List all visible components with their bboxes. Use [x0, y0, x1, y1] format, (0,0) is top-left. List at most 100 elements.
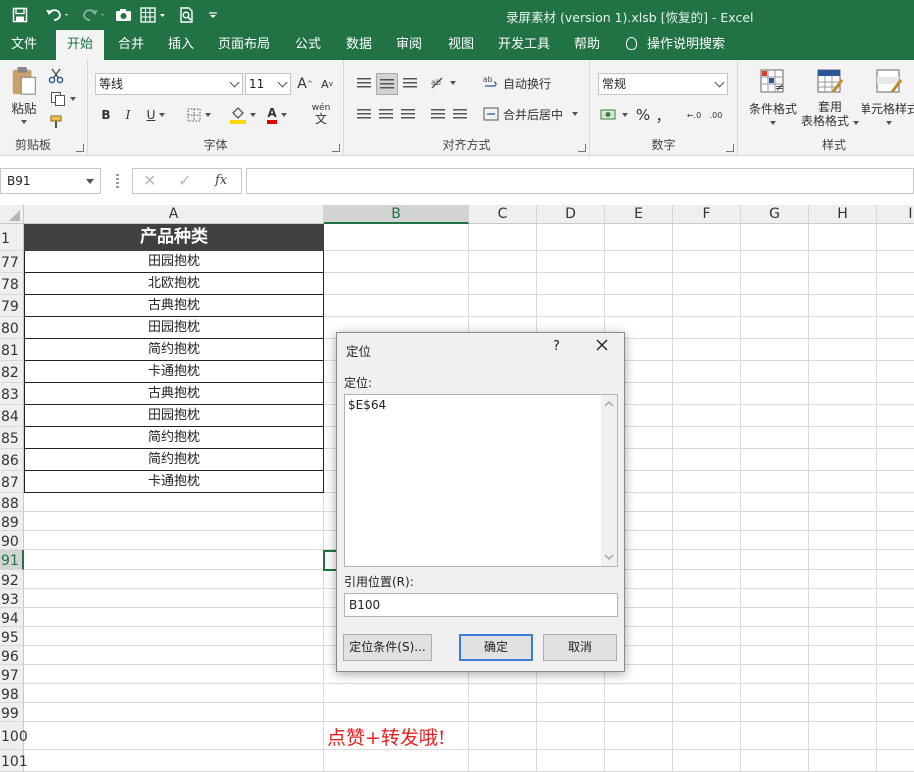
- column-header-d[interactable]: D: [537, 205, 605, 224]
- grow-font-button[interactable]: A ^: [295, 74, 315, 94]
- cell-a79[interactable]: 古典抱枕: [24, 295, 324, 317]
- align-middle-button[interactable]: [376, 73, 398, 95]
- customize-icon[interactable]: [206, 5, 220, 25]
- row-header-96[interactable]: 96: [0, 646, 24, 665]
- tab-formulas[interactable]: 公式: [288, 30, 328, 60]
- column-header-f[interactable]: F: [673, 205, 741, 224]
- font-size-select[interactable]: 11: [245, 73, 291, 95]
- column-header-g[interactable]: G: [741, 205, 809, 224]
- row-header-81[interactable]: 81: [0, 339, 24, 361]
- form-icon[interactable]: [139, 5, 169, 25]
- align-right-button[interactable]: [398, 104, 418, 124]
- fill-color-button[interactable]: [228, 104, 258, 126]
- align-bottom-button[interactable]: [400, 73, 420, 93]
- redo-icon[interactable]: [80, 5, 108, 25]
- cell-a86[interactable]: 简约抱枕: [24, 449, 324, 471]
- goto-list-item[interactable]: $E$64: [348, 398, 386, 412]
- cell-a84[interactable]: 田园抱枕: [24, 405, 324, 427]
- phonetic-guide-button[interactable]: wén 文: [305, 101, 337, 127]
- formula-bar-splitter[interactable]: [116, 174, 119, 188]
- row-header-82[interactable]: 82: [0, 361, 24, 383]
- cancel-x-icon[interactable]: ✕: [143, 171, 156, 190]
- paste-button[interactable]: 粘贴: [6, 66, 42, 124]
- special-button[interactable]: 定位条件(S)...: [343, 634, 432, 661]
- alignment-launcher[interactable]: [578, 144, 586, 152]
- row-header-94[interactable]: 94: [0, 608, 24, 627]
- align-top-button[interactable]: [354, 73, 374, 93]
- reference-input[interactable]: B100: [344, 593, 618, 617]
- increase-indent-button[interactable]: [450, 104, 470, 124]
- row-header-97[interactable]: 97: [0, 665, 24, 684]
- tab-page-layout[interactable]: 页面布局: [212, 30, 276, 60]
- row-header-77[interactable]: 77: [0, 251, 24, 273]
- percent-button[interactable]: %: [634, 104, 652, 126]
- cell-a83[interactable]: 古典抱枕: [24, 383, 324, 405]
- ok-button[interactable]: 确定: [459, 634, 533, 661]
- font-name-select[interactable]: 等线: [95, 73, 243, 95]
- select-all-corner[interactable]: [0, 205, 24, 224]
- orientation-button[interactable]: ab: [428, 73, 458, 93]
- listbox-scrollbar[interactable]: [601, 395, 617, 566]
- format-as-table-button[interactable]: 套用 表格格式: [800, 68, 860, 134]
- column-header-i[interactable]: I: [877, 205, 914, 224]
- row-header-98[interactable]: 98: [0, 684, 24, 703]
- row-header-90[interactable]: 90: [0, 531, 24, 550]
- tab-insert[interactable]: 插入: [160, 30, 202, 60]
- row-header-89[interactable]: 89: [0, 512, 24, 531]
- row-header-88[interactable]: 88: [0, 493, 24, 512]
- tab-review[interactable]: 审阅: [388, 30, 430, 60]
- cell-a78[interactable]: 北欧抱枕: [24, 273, 324, 295]
- row-header-101[interactable]: 101: [0, 750, 28, 772]
- cell-a87[interactable]: 卡通抱枕: [24, 471, 324, 493]
- row-header-100[interactable]: 100: [0, 722, 28, 750]
- align-center-button[interactable]: [376, 104, 396, 124]
- cancel-button[interactable]: 取消: [543, 634, 617, 661]
- row-header-85[interactable]: 85: [0, 427, 24, 449]
- undo-icon[interactable]: [44, 5, 72, 25]
- comma-button[interactable]: ，: [656, 104, 671, 126]
- conditional-format-button[interactable]: ≠ 条件格式: [744, 68, 802, 132]
- enter-check-icon[interactable]: ✓: [178, 171, 191, 190]
- name-box[interactable]: B91: [0, 168, 101, 194]
- close-icon[interactable]: [593, 336, 611, 354]
- wrap-text-button[interactable]: ab 自动换行: [483, 73, 555, 93]
- row-header-78[interactable]: 78: [0, 273, 24, 295]
- increase-decimal-button[interactable]: ←.0: [684, 104, 704, 126]
- camera-icon[interactable]: [114, 5, 132, 25]
- row-header-87[interactable]: 87: [0, 471, 24, 493]
- tab-developer[interactable]: 开发工具: [492, 30, 556, 60]
- column-header-e[interactable]: E: [605, 205, 673, 224]
- cell-a81[interactable]: 简约抱枕: [24, 339, 324, 361]
- font-color-button[interactable]: A: [262, 104, 292, 126]
- goto-listbox[interactable]: $E$64: [344, 394, 618, 567]
- accounting-format-button[interactable]: [598, 104, 630, 126]
- tab-home[interactable]: 开始: [56, 30, 104, 60]
- tab-data[interactable]: 数据: [338, 30, 380, 60]
- tab-view[interactable]: 视图: [440, 30, 482, 60]
- row-header-84[interactable]: 84: [0, 405, 24, 427]
- number-format-select[interactable]: 常规: [598, 73, 728, 95]
- underline-button[interactable]: U: [141, 105, 171, 125]
- copy-icon[interactable]: [46, 90, 80, 108]
- row-header-99[interactable]: 99: [0, 703, 24, 722]
- merge-center-button[interactable]: 合并后居中: [483, 104, 581, 124]
- number-launcher[interactable]: [726, 144, 734, 152]
- clipboard-launcher[interactable]: [76, 144, 84, 152]
- cell-a82[interactable]: 卡通抱枕: [24, 361, 324, 383]
- format-painter-icon[interactable]: [46, 113, 66, 131]
- print-preview-icon[interactable]: [177, 5, 197, 25]
- cut-icon[interactable]: [46, 67, 66, 85]
- bold-button[interactable]: B: [97, 105, 115, 125]
- paste-dropdown-arrow[interactable]: [21, 120, 27, 124]
- row-header-80[interactable]: 80: [0, 317, 24, 339]
- decrease-decimal-button[interactable]: .00: [706, 104, 726, 126]
- scroll-down-icon[interactable]: [604, 553, 614, 561]
- tab-file[interactable]: 文件: [2, 30, 46, 60]
- align-left-button[interactable]: [354, 104, 374, 124]
- row-header-1[interactable]: 1: [0, 224, 24, 251]
- row-header-79[interactable]: 79: [0, 295, 24, 317]
- tab-help[interactable]: 帮助: [566, 30, 608, 60]
- shrink-font-button[interactable]: Av: [317, 74, 337, 94]
- header-cell-product-category[interactable]: 产品种类: [24, 224, 324, 251]
- row-header-91[interactable]: 91: [0, 550, 24, 570]
